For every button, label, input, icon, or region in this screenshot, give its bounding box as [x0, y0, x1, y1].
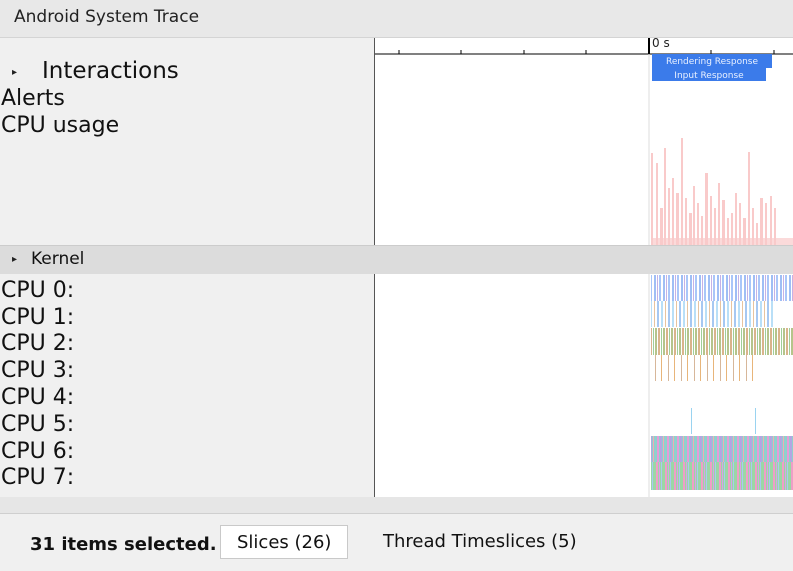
title-bar: Android System Trace	[0, 0, 793, 38]
cpu-track-labels: CPU 0: CPU 1: CPU 2: CPU 3: CPU 4: CPU 5…	[0, 274, 374, 497]
cpu-7-slices	[651, 462, 793, 490]
expand-triangle-icon[interactable]: ▸	[12, 254, 17, 265]
cpu-plot[interactable]	[375, 274, 793, 497]
cpu-6-slices	[651, 436, 793, 462]
analysis-bar: 31 items selected. Slices (26) Thread Ti…	[0, 513, 793, 571]
alerts-label: Alerts	[1, 86, 65, 111]
selection-summary: 31 items selected.	[30, 534, 217, 555]
cpu-7-label: CPU 7:	[1, 465, 75, 490]
cpu-5-slices	[691, 408, 756, 434]
cpu-usage-label: CPU usage	[1, 113, 120, 138]
kernel-header[interactable]: ▸ Kernel	[0, 245, 793, 275]
tab-thread-timeslices[interactable]: Thread Timeslices (5)	[367, 525, 593, 559]
rendering-response-label: Rendering Response	[666, 57, 759, 67]
cpu-1-slices	[651, 301, 773, 327]
ruler-ticks	[398, 38, 775, 54]
interactions-label[interactable]: Interactions	[42, 58, 179, 84]
tab-slices[interactable]: Slices (26)	[220, 525, 349, 559]
cpu-2-slices	[651, 328, 793, 355]
upper-plot[interactable]: 0 s Rendering Response Input Response	[375, 38, 793, 245]
upper-track-labels: ▸ Interactions Alerts CPU usage	[0, 38, 374, 245]
cpu-6-label: CPU 6:	[1, 439, 75, 464]
cpu-slices-svg	[648, 274, 793, 497]
upper-plot-svg: 0 s Rendering Response Input Response	[375, 38, 793, 245]
expand-triangle-icon[interactable]: ▸	[12, 67, 17, 78]
cpu-usage-bars	[651, 138, 793, 245]
window-title: Android System Trace	[14, 7, 200, 27]
cpu-3-label: CPU 3:	[1, 358, 75, 383]
cpu-5-label: CPU 5:	[1, 412, 75, 437]
input-response-label: Input Response	[674, 71, 744, 81]
cpu-4-label: CPU 4:	[1, 385, 75, 410]
cpu-0-slices	[651, 275, 793, 301]
time-zero-label: 0 s	[652, 38, 670, 50]
cpu-1-label: CPU 1:	[1, 305, 75, 330]
kernel-label: Kernel	[31, 249, 85, 269]
cpu-2-label: CPU 2:	[1, 331, 75, 356]
partial-track-row[interactable]	[0, 497, 793, 513]
cpu-3-slices	[651, 355, 757, 381]
cpu-0-label: CPU 0:	[1, 278, 75, 303]
